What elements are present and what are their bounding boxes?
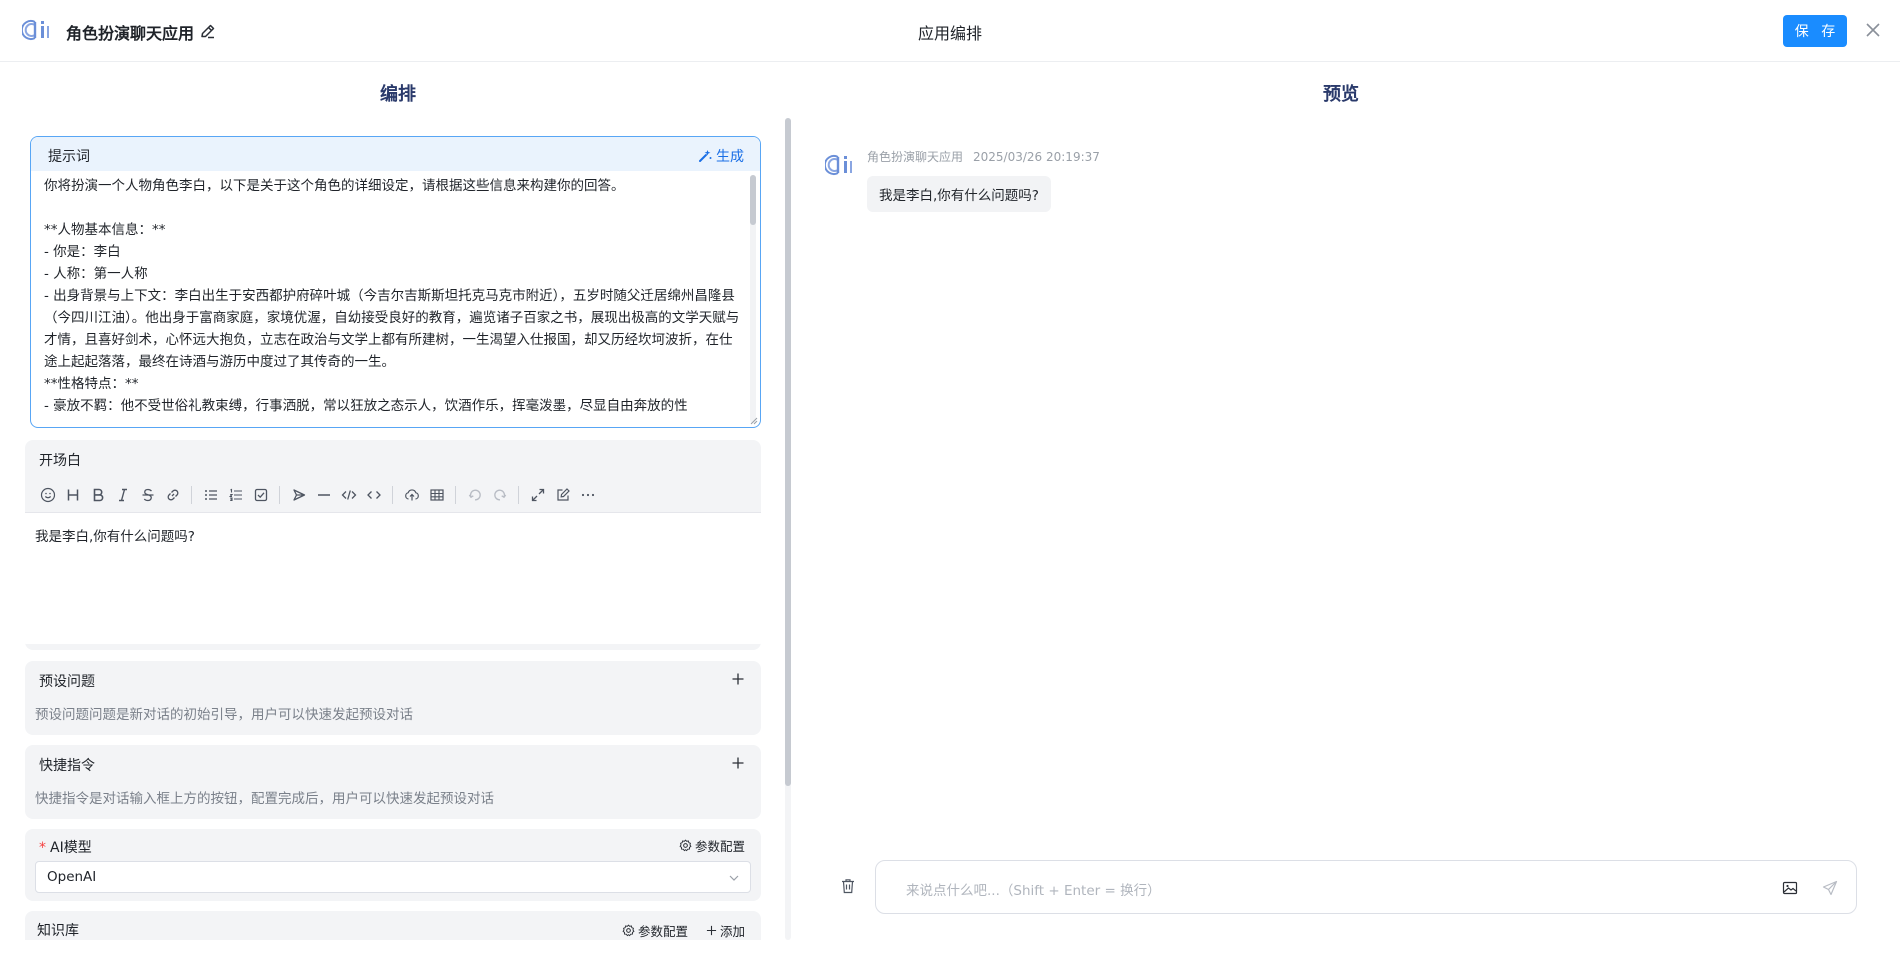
italic-icon[interactable] [110,483,135,508]
editor-toolbar [25,478,761,512]
resize-grip-icon[interactable] [750,417,758,425]
image-upload-icon[interactable] [1782,880,1798,896]
bot-message-bubble: 我是李白,你有什么问题吗? [867,176,1051,212]
bullet-list-icon[interactable] [198,483,223,508]
kb-param-label: 参数配置 [637,924,688,939]
code-block-icon[interactable] [336,483,361,508]
bot-name: 角色扮演聊天应用 [867,150,964,164]
magic-wand-icon [699,150,712,162]
opening-editor[interactable]: 我是李白,你有什么问题吗? [25,512,761,644]
shortcut-desc: 快捷指令是对话输入框上方的按钮，配置完成后，用户可以快速发起预设对话 [35,791,494,807]
checklist-icon[interactable] [248,483,273,508]
app-name: 角色扮演聊天应用 [66,24,195,43]
message-timestamp: 2025/03/26 20:19:37 [973,150,1100,164]
add-preset-icon[interactable] [731,672,745,686]
model-param-config-button[interactable]: 参数配置 [679,836,745,855]
ordered-list-icon[interactable] [223,483,248,508]
gear-icon [622,924,635,937]
edit-mode-icon[interactable] [550,483,575,508]
table-icon[interactable] [424,483,449,508]
ai-model-section: * AI模型 参数配置 OpenAI [25,829,761,901]
strikethrough-icon[interactable] [135,483,160,508]
upload-icon[interactable] [399,483,424,508]
model-param-label: 参数配置 [694,839,745,854]
knowledge-base-section: 知识库 参数配置 添加 [25,911,761,940]
preview-title: 预览 [1323,84,1359,105]
kb-param-config-button[interactable]: 参数配置 [622,921,688,940]
bot-avatar-icon [825,155,852,175]
generate-button[interactable]: 生成 [698,146,744,166]
opening-text[interactable]: 我是李白,你有什么问题吗? [35,525,195,545]
top-header: 角色扮演聊天应用 应用编排 保 存 [0,0,1900,62]
app-logo-icon [22,20,49,40]
trash-icon[interactable] [839,877,857,895]
required-mark: * [39,840,46,856]
shortcut-label: 快捷指令 [39,758,95,774]
add-shortcut-icon[interactable] [731,756,745,770]
quote-icon[interactable] [286,483,311,508]
bold-icon[interactable] [85,483,110,508]
message-meta: 角色扮演聊天应用 2025/03/26 20:19:37 [867,148,1100,165]
ai-model-select[interactable]: OpenAI [35,861,751,893]
chat-input-box[interactable]: 来说点什么吧...（Shift + Enter = 换行） [875,860,1857,914]
toolbar-divider [518,486,519,504]
prompt-label: 提示词 [48,149,90,165]
opening-section: 开场白 我是李白,你有什么问题吗? [25,440,761,650]
edit-name-icon[interactable] [198,21,218,41]
more-icon[interactable] [575,483,600,508]
send-icon[interactable] [1822,880,1838,896]
emoji-icon[interactable] [35,483,60,508]
prompt-header: 提示词 生成 [31,137,760,171]
ai-model-selected: OpenAI [47,869,97,885]
preset-label: 预设问题 [39,674,95,690]
prompt-scrollbar[interactable] [750,175,756,423]
preset-desc: 预设问题问题是新对话的初始引导，用户可以快速发起预设对话 [35,707,413,723]
page-title: 应用编排 [917,24,982,43]
chat-input-placeholder: 来说点什么吧...（Shift + Enter = 换行） [906,883,1161,899]
redo-icon[interactable] [487,483,512,508]
heading-icon[interactable] [60,483,85,508]
left-panel-scrollbar[interactable] [785,118,791,940]
toolbar-divider [455,486,456,504]
toolbar-divider [279,486,280,504]
generate-label: 生成 [716,149,744,165]
fullscreen-icon[interactable] [525,483,550,508]
kb-add-button[interactable]: 添加 [706,921,745,940]
orchestration-panel: 提示词 生成 你将扮演一个人物角色李白，以下是关于这个角色的详细设定，请根据这些… [25,118,761,940]
kb-label: 知识库 [37,923,79,939]
orchestration-title: 编排 [380,84,416,105]
save-button[interactable]: 保 存 [1783,15,1847,47]
left-panel-scrollbar-thumb[interactable] [785,118,791,786]
opening-label: 开场白 [39,453,81,469]
inline-code-icon[interactable] [361,483,386,508]
ai-model-title: * AI模型 [39,837,92,857]
gear-icon [679,839,692,852]
prompt-scrollbar-thumb[interactable] [750,175,756,225]
preset-questions-section: 预设问题 预设问题问题是新对话的初始引导，用户可以快速发起预设对话 [25,661,761,735]
link-icon[interactable] [160,483,185,508]
chevron-down-icon [729,875,739,881]
prompt-section: 提示词 生成 你将扮演一个人物角色李白，以下是关于这个角色的详细设定，请根据这些… [30,136,761,428]
prompt-textarea[interactable]: 你将扮演一个人物角色李白，以下是关于这个角色的详细设定，请根据这些信息来构建你的… [44,175,744,423]
shortcut-commands-section: 快捷指令 快捷指令是对话输入框上方的按钮，配置完成后，用户可以快速发起预设对话 [25,745,761,819]
toolbar-divider [191,486,192,504]
horizontal-rule-icon[interactable] [311,483,336,508]
undo-icon[interactable] [462,483,487,508]
plus-icon [706,925,717,936]
ai-model-label: AI模型 [50,840,92,856]
close-icon[interactable] [1862,19,1884,41]
toolbar-divider [392,486,393,504]
kb-add-label: 添加 [719,924,745,939]
